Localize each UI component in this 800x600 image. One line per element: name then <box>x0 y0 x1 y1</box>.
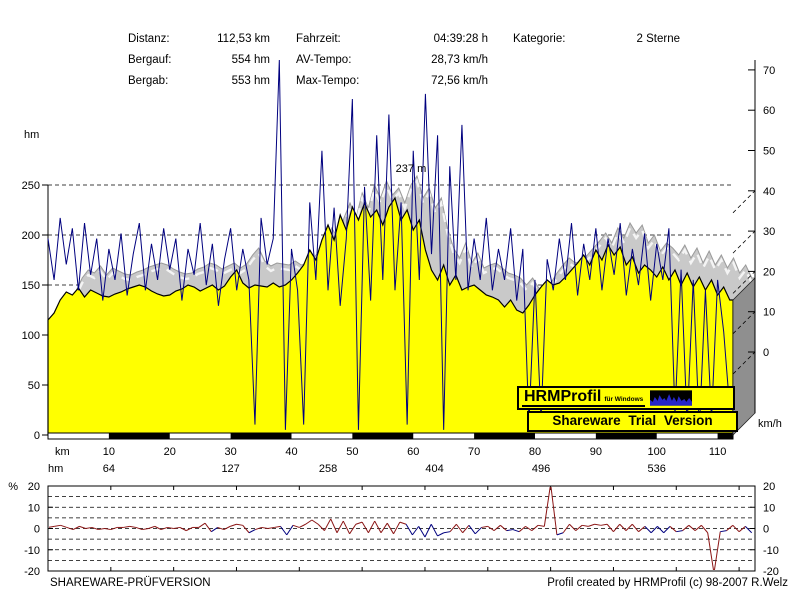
svg-text:0: 0 <box>34 430 40 442</box>
svg-text:60: 60 <box>407 446 419 458</box>
svg-text:80: 80 <box>529 446 541 458</box>
svg-text:0: 0 <box>763 524 769 536</box>
svg-text:127: 127 <box>221 463 239 475</box>
logo-title: HRMProfil <box>524 389 601 405</box>
hrmprofil-logo-box: HRMProfil für Windows <box>517 386 735 410</box>
svg-text:hm: hm <box>48 463 63 475</box>
stat-value: 72,56 km/h <box>431 71 488 92</box>
stats-time-group: Fahrzeit: 04:39:28 h AV-Tempo: 28,73 km/… <box>296 29 488 92</box>
svg-text:60: 60 <box>763 105 775 117</box>
svg-text:20: 20 <box>763 481 775 493</box>
svg-text:hm: hm <box>24 129 39 141</box>
stat-value: 04:39:28 h <box>434 29 488 50</box>
shareware-banner: Shareware Trial Version <box>527 411 738 432</box>
svg-text:404: 404 <box>425 463 443 475</box>
svg-text:30: 30 <box>763 226 775 238</box>
stat-av-tempo: AV-Tempo: 28,73 km/h <box>296 50 488 71</box>
stat-label: Fahrzeit: <box>296 29 341 50</box>
svg-text:10: 10 <box>103 446 115 458</box>
stat-value: 28,73 km/h <box>431 50 488 71</box>
stat-fahrzeit: Fahrzeit: 04:39:28 h <box>296 29 488 50</box>
logo-subtitle: für Windows <box>604 396 643 403</box>
svg-text:50: 50 <box>763 146 775 158</box>
svg-text:0: 0 <box>763 347 769 359</box>
stat-value: 2 Sterne <box>637 29 680 50</box>
x-axis-labels: km 10 20 30 40 50 60 70 80 90 100 110 <box>55 446 726 458</box>
svg-text:%: % <box>8 481 18 493</box>
stat-label: Kategorie: <box>513 29 565 50</box>
stat-value: 554 hm <box>232 50 270 71</box>
km-ruler-bar <box>48 433 733 439</box>
svg-text:70: 70 <box>763 65 775 77</box>
svg-text:20: 20 <box>28 481 40 493</box>
svg-text:km/h: km/h <box>758 418 782 430</box>
stat-bergauf: Bergauf: 554 hm <box>128 50 270 71</box>
cumulative-climb-row: hm 64 127 258 404 496 536 <box>48 463 666 475</box>
svg-text:100: 100 <box>648 446 666 458</box>
svg-text:20: 20 <box>164 446 176 458</box>
svg-text:258: 258 <box>319 463 337 475</box>
svg-text:10: 10 <box>763 307 775 319</box>
stat-label: AV-Tempo: <box>296 50 351 71</box>
stat-label: Bergab: <box>128 71 168 92</box>
svg-text:64: 64 <box>103 463 115 475</box>
stats-distance-group: Distanz: 112,53 km Bergauf: 554 hm Berga… <box>128 29 270 92</box>
svg-text:496: 496 <box>532 463 550 475</box>
mountain-profile-icon <box>650 390 692 406</box>
stat-bergab: Bergab: 553 hm <box>128 71 270 92</box>
stat-label: Max-Tempo: <box>296 71 359 92</box>
svg-text:-10: -10 <box>24 545 40 557</box>
hrmprofil-window: 050100150200250hmkm102030405060708090100… <box>0 0 800 600</box>
svg-text:0: 0 <box>34 524 40 536</box>
stat-value: 112,53 km <box>217 29 270 50</box>
svg-text:20: 20 <box>763 266 775 278</box>
stat-label: Bergauf: <box>128 50 171 71</box>
svg-text:50: 50 <box>346 446 358 458</box>
svg-text:536: 536 <box>648 463 666 475</box>
svg-text:110: 110 <box>709 446 727 458</box>
svg-text:-20: -20 <box>24 566 40 578</box>
peak-annotation: 237 m <box>396 163 427 175</box>
svg-text:237 m: 237 m <box>396 163 427 175</box>
svg-text:40: 40 <box>763 186 775 198</box>
stat-label: Distanz: <box>128 29 170 50</box>
stats-category-group: Kategorie: 2 Sterne <box>513 29 680 50</box>
stat-distanz: Distanz: 112,53 km <box>128 29 270 50</box>
svg-text:250: 250 <box>22 180 40 192</box>
svg-text:200: 200 <box>22 230 40 242</box>
footer-credit-text: Profil created by HRMProfil (c) 98-2007 … <box>547 577 788 589</box>
left-axis-hm: 0 50 100 150 200 250 hm <box>22 129 48 442</box>
gradient-chart: -20-20-10-100010102020% <box>8 481 779 578</box>
svg-text:10: 10 <box>763 502 775 514</box>
stat-max-tempo: Max-Tempo: 72,56 km/h <box>296 71 488 92</box>
hrmprofil-logo-text: HRMProfil für Windows <box>522 389 645 407</box>
svg-text:70: 70 <box>468 446 480 458</box>
svg-text:-10: -10 <box>763 545 779 557</box>
svg-text:100: 100 <box>22 330 40 342</box>
svg-text:km: km <box>55 446 70 458</box>
svg-text:90: 90 <box>590 446 602 458</box>
footer-shareware-text: SHAREWARE-PRÜFVERSION <box>50 577 211 589</box>
svg-text:40: 40 <box>285 446 297 458</box>
svg-text:30: 30 <box>224 446 236 458</box>
stat-kategorie: Kategorie: 2 Sterne <box>513 29 680 50</box>
stat-value: 553 hm <box>232 71 270 92</box>
svg-text:50: 50 <box>28 380 40 392</box>
svg-text:150: 150 <box>22 280 40 292</box>
svg-text:10: 10 <box>28 502 40 514</box>
